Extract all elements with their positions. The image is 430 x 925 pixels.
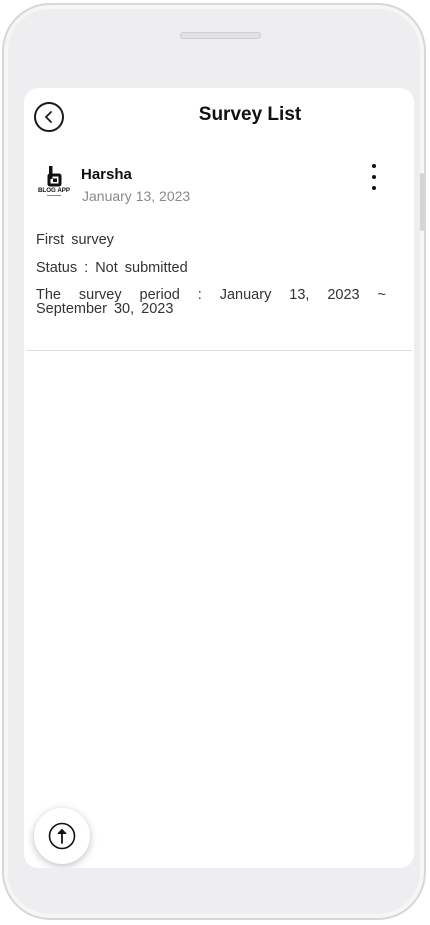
page-title: Survey List [198,104,302,125]
logo-text: BLOG APP [38,187,70,194]
divider [26,350,412,351]
scroll-to-top-button[interactable] [34,808,90,864]
survey-status: Status : Not submitted [36,260,188,276]
header: Survey List [24,88,414,144]
survey-period: The survey period : January 13, 2023 ~ S… [36,287,386,317]
phone-side-button [420,173,424,231]
phone-frame: Survey List BLOG APP Harsha January 13, … [2,3,426,920]
app-screen: Survey List BLOG APP Harsha January 13, … [24,88,414,868]
post-date: January 13, 2023 [82,188,191,204]
arrow-up-circle-icon [48,822,76,850]
more-options-button[interactable] [364,164,384,190]
phone-speaker [180,32,261,39]
author-row: BLOG APP Harsha January 13, 2023 [36,164,402,224]
survey-title: First survey [36,232,114,248]
author-name: Harsha [81,166,132,183]
more-vertical-icon [372,164,376,168]
blog-app-logo: BLOG APP [38,166,70,196]
survey-card[interactable]: BLOG APP Harsha January 13, 2023 First s… [24,164,414,316]
